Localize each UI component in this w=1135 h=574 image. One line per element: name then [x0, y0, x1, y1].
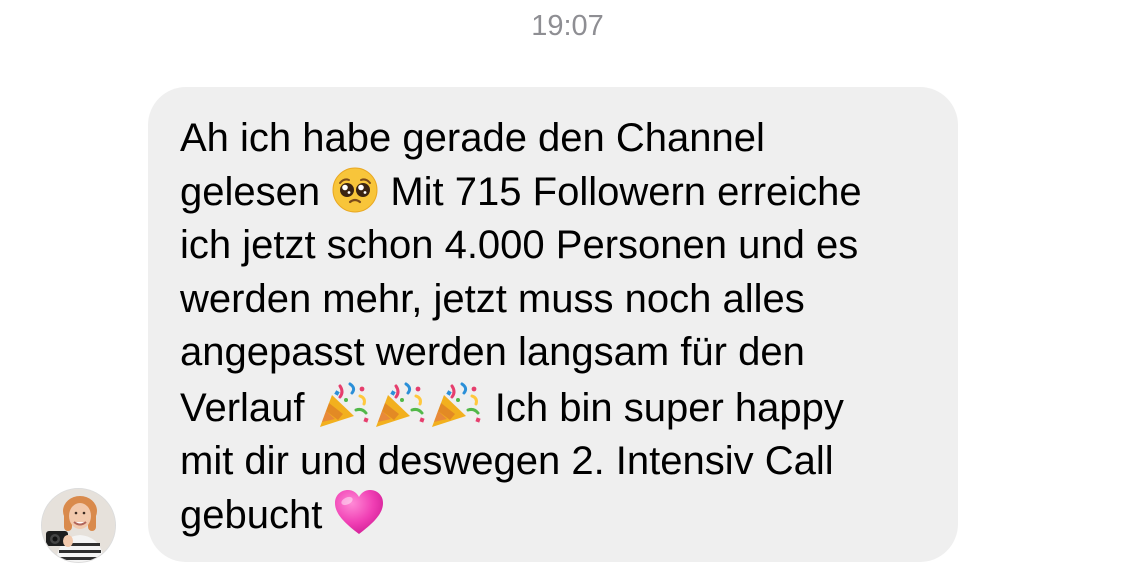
message-line: mit dir und deswegen 2. Intensiv Call: [180, 439, 834, 483]
message-line: gelesen Mit 715 Followern erreiche: [180, 166, 940, 220]
message-line: angepasst werden langsam für den: [180, 330, 805, 374]
message-line: werden mehr, jetzt muss noch alles: [180, 276, 805, 321]
message-line: gebucht: [180, 489, 940, 543]
party-popper-emoji: [428, 380, 484, 430]
message-line: ich jetzt schon 4.000 Personen und es: [180, 223, 859, 267]
avatar-photo: [42, 489, 115, 562]
message-line: Ah ich habe gerade den Channel: [180, 116, 765, 160]
message-line-text: Ich bin super happy: [483, 385, 844, 430]
sender-avatar[interactable]: [42, 489, 115, 562]
party-popper-emoji: [372, 380, 428, 430]
pleading-face-emoji: [331, 166, 379, 214]
message-text: Ah ich habe gerade den Channel gelesen M…: [180, 112, 940, 542]
pink-heart-emoji: [333, 489, 385, 537]
party-popper-emoji: [316, 380, 372, 430]
message-line-text: gebucht: [180, 492, 334, 537]
message-timestamp: 19:07: [531, 10, 604, 42]
message-line: Verlauf Ich bin super happy: [180, 380, 940, 436]
message-line-text: gelesen: [180, 169, 332, 214]
message-line-text: Mit 715 Followern erreiche: [379, 169, 862, 214]
message-line-text: Verlauf: [180, 385, 316, 430]
